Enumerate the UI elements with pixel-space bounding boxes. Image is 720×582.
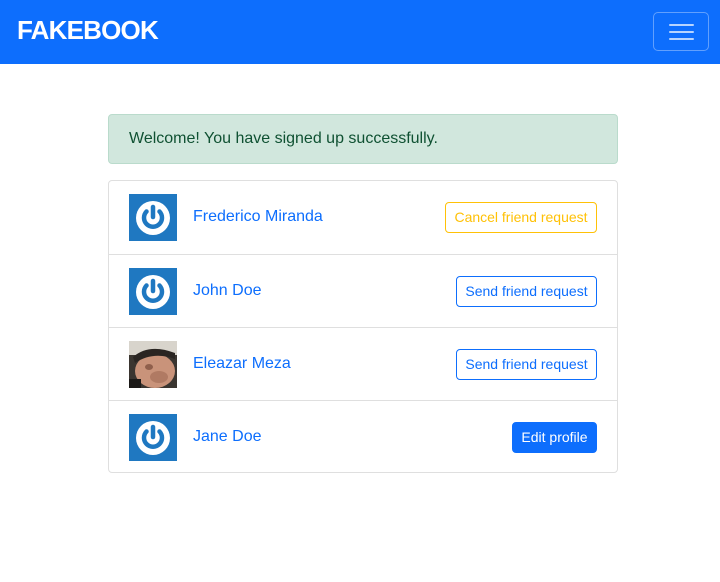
user-row: John Doe Send friend request	[109, 254, 617, 327]
default-power-avatar[interactable]	[129, 268, 177, 315]
edit-profile-button[interactable]: Edit profile	[512, 422, 597, 453]
user-row: Frederico Miranda Cancel friend request	[109, 181, 617, 254]
default-power-avatar[interactable]	[129, 194, 177, 241]
alert-message: Welcome! You have signed up successfully…	[129, 130, 438, 147]
user-row: Jane Doe Edit profile	[109, 400, 617, 473]
user-row: Eleazar Meza Send friend request	[109, 327, 617, 400]
navbar: FAKEBOOK	[0, 0, 720, 64]
user-name-link[interactable]: Jane Doe	[193, 427, 262, 447]
default-power-avatar[interactable]	[129, 414, 177, 461]
send-friend-request-button[interactable]: Send friend request	[456, 276, 597, 307]
navbar-toggler-button[interactable]	[653, 12, 709, 51]
send-friend-request-button[interactable]: Send friend request	[456, 349, 597, 380]
brand-logo[interactable]: FAKEBOOK	[17, 14, 159, 46]
user-name-link[interactable]: Eleazar Meza	[193, 354, 291, 374]
success-alert: Welcome! You have signed up successfully…	[108, 114, 618, 164]
photo-avatar[interactable]	[129, 341, 177, 388]
user-list: Frederico Miranda Cancel friend request …	[108, 180, 618, 473]
cancel-friend-request-button[interactable]: Cancel friend request	[445, 202, 597, 233]
user-name-link[interactable]: John Doe	[193, 281, 262, 301]
user-name-link[interactable]: Frederico Miranda	[193, 207, 323, 227]
